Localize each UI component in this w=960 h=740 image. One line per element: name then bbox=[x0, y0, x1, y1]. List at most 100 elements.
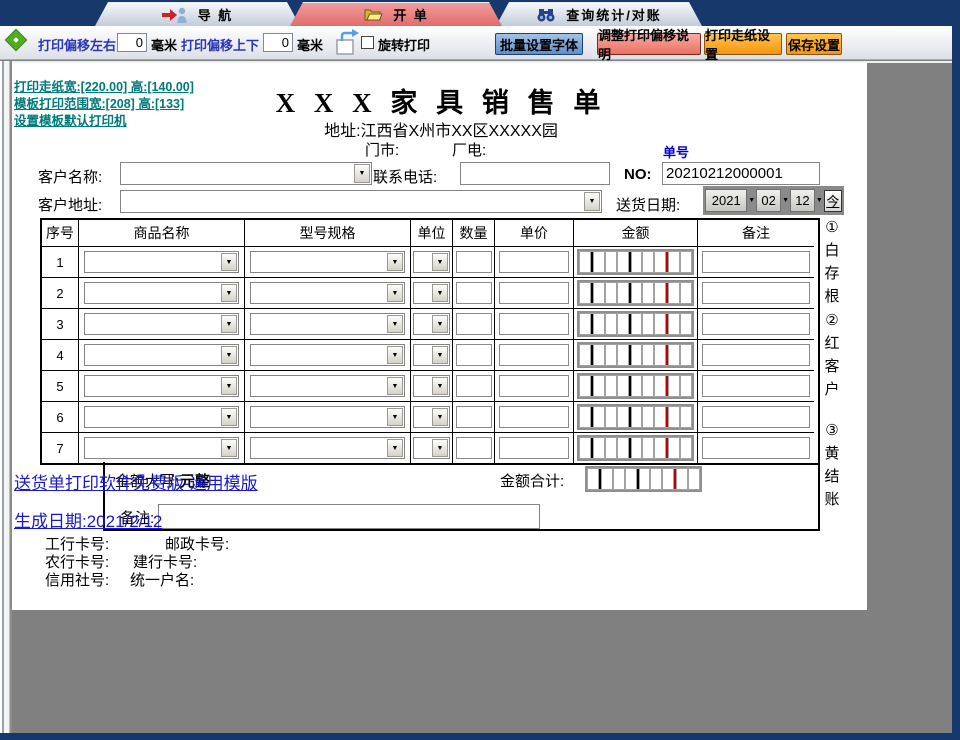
save-settings-button[interactable]: 保存设置 bbox=[786, 33, 842, 55]
chevron-down-icon[interactable]: ▼ bbox=[432, 439, 448, 457]
paper-setup-button[interactable]: 打印走纸设置 bbox=[704, 28, 782, 62]
amount-divider-black bbox=[590, 314, 593, 334]
chevron-down-icon[interactable]: ▼ bbox=[432, 377, 448, 395]
qty-input[interactable] bbox=[455, 437, 492, 459]
chevron-down-icon[interactable]: ▼ bbox=[432, 253, 448, 271]
model-spec-combo[interactable]: ▼ bbox=[250, 406, 405, 428]
offset-ud-input[interactable] bbox=[263, 33, 293, 52]
qty-input[interactable] bbox=[455, 406, 492, 428]
default-printer-link[interactable]: 设置模板默认打印机 bbox=[14, 110, 127, 129]
price-input[interactable] bbox=[499, 437, 569, 459]
row-remark-input[interactable] bbox=[702, 406, 810, 428]
amount-grid[interactable] bbox=[577, 342, 694, 368]
chevron-down-icon[interactable]: ▼ bbox=[221, 439, 237, 457]
chevron-down-icon[interactable]: ▼ bbox=[387, 284, 403, 302]
order-no-input[interactable] bbox=[662, 162, 820, 185]
row-remark-input[interactable] bbox=[702, 251, 810, 273]
price-input[interactable] bbox=[499, 251, 569, 273]
tab-navigation[interactable]: 导 航 bbox=[95, 2, 300, 26]
price-input[interactable] bbox=[499, 375, 569, 397]
amount-grid[interactable] bbox=[577, 311, 694, 337]
chevron-down-icon[interactable]: ▼ bbox=[432, 284, 448, 302]
product-name-combo[interactable]: ▼ bbox=[84, 406, 239, 428]
amount-grid[interactable] bbox=[577, 280, 694, 306]
product-name-combo[interactable]: ▼ bbox=[84, 375, 239, 397]
rotate-print-checkbox[interactable] bbox=[361, 36, 374, 49]
model-spec-combo[interactable]: ▼ bbox=[250, 251, 405, 273]
model-spec-combo[interactable]: ▼ bbox=[250, 282, 405, 304]
product-name-combo[interactable]: ▼ bbox=[84, 251, 239, 273]
chevron-down-icon[interactable]: ▼ bbox=[781, 197, 790, 204]
amount-grid[interactable] bbox=[577, 435, 694, 461]
price-input[interactable] bbox=[499, 406, 569, 428]
amount-grid[interactable] bbox=[577, 249, 694, 275]
date-day-dropdown[interactable]: 12 bbox=[789, 189, 815, 212]
row-remark-input[interactable] bbox=[702, 375, 810, 397]
amount-grid[interactable] bbox=[577, 404, 694, 430]
amount-digit-cell bbox=[617, 252, 628, 272]
phone-input[interactable] bbox=[460, 162, 610, 185]
date-year-dropdown[interactable]: 2021 bbox=[705, 189, 748, 212]
unit-combo[interactable]: ▼ bbox=[413, 437, 450, 459]
price-input[interactable] bbox=[499, 344, 569, 366]
unit-combo[interactable]: ▼ bbox=[413, 282, 450, 304]
chevron-down-icon[interactable]: ▼ bbox=[432, 408, 448, 426]
row-remark-input[interactable] bbox=[702, 313, 810, 335]
amount-grid[interactable] bbox=[577, 373, 694, 399]
customer-name-combo[interactable]: ▼ bbox=[120, 162, 372, 185]
chevron-down-icon[interactable]: ▼ bbox=[747, 197, 756, 204]
row-remark-input[interactable] bbox=[702, 437, 810, 459]
chevron-down-icon[interactable]: ▼ bbox=[387, 315, 403, 333]
offset-lr-input[interactable] bbox=[117, 33, 147, 52]
chevron-down-icon[interactable]: ▼ bbox=[354, 164, 370, 183]
product-name-combo[interactable]: ▼ bbox=[84, 313, 239, 335]
total-amount-grid[interactable] bbox=[585, 466, 702, 492]
chevron-down-icon[interactable]: ▼ bbox=[221, 346, 237, 364]
unit-combo[interactable]: ▼ bbox=[413, 375, 450, 397]
qty-input[interactable] bbox=[455, 251, 492, 273]
date-month-dropdown[interactable]: 02 bbox=[756, 189, 782, 212]
unit-combo[interactable]: ▼ bbox=[413, 344, 450, 366]
chevron-down-icon[interactable]: ▼ bbox=[221, 315, 237, 333]
today-button[interactable]: 今 bbox=[823, 189, 843, 212]
unit-combo[interactable]: ▼ bbox=[413, 251, 450, 273]
generated-date-link[interactable]: 生成日期:2021/2/12 bbox=[14, 507, 162, 532]
chevron-down-icon[interactable]: ▼ bbox=[432, 315, 448, 333]
product-name-combo[interactable]: ▼ bbox=[84, 282, 239, 304]
model-spec-combo[interactable]: ▼ bbox=[250, 313, 405, 335]
offset-help-button[interactable]: 调整打印偏移说明 bbox=[597, 28, 701, 62]
chevron-down-icon[interactable]: ▼ bbox=[387, 377, 403, 395]
tab-billing[interactable]: 开 单 bbox=[290, 2, 502, 26]
customer-address-combo[interactable]: ▼ bbox=[120, 190, 602, 213]
product-name-combo[interactable]: ▼ bbox=[84, 344, 239, 366]
chevron-down-icon[interactable]: ▼ bbox=[584, 192, 600, 211]
qty-input[interactable] bbox=[455, 344, 492, 366]
product-name-combo[interactable]: ▼ bbox=[84, 437, 239, 459]
chevron-down-icon[interactable]: ▼ bbox=[387, 408, 403, 426]
chevron-down-icon[interactable]: ▼ bbox=[432, 346, 448, 364]
price-input[interactable] bbox=[499, 282, 569, 304]
chevron-down-icon[interactable]: ▼ bbox=[387, 253, 403, 271]
model-spec-combo[interactable]: ▼ bbox=[250, 437, 405, 459]
chevron-down-icon[interactable]: ▼ bbox=[221, 284, 237, 302]
qty-input[interactable] bbox=[455, 375, 492, 397]
model-spec-combo[interactable]: ▼ bbox=[250, 375, 405, 397]
chevron-down-icon[interactable]: ▼ bbox=[221, 377, 237, 395]
row-remark-input[interactable] bbox=[702, 344, 810, 366]
chevron-down-icon[interactable]: ▼ bbox=[221, 408, 237, 426]
price-input[interactable] bbox=[499, 313, 569, 335]
remark-input[interactable] bbox=[158, 504, 540, 529]
qty-input[interactable] bbox=[455, 282, 492, 304]
unit-combo[interactable]: ▼ bbox=[413, 313, 450, 335]
batch-font-button[interactable]: 批量设置字体 bbox=[495, 33, 583, 55]
chevron-down-icon[interactable]: ▼ bbox=[221, 253, 237, 271]
chevron-down-icon[interactable]: ▼ bbox=[815, 197, 824, 204]
qty-input[interactable] bbox=[455, 313, 492, 335]
chevron-down-icon[interactable]: ▼ bbox=[387, 346, 403, 364]
software-watermark-link[interactable]: 送货单打印软件免费版-通用模版 bbox=[14, 469, 258, 494]
tab-query-stats[interactable]: 查询统计/对账 bbox=[496, 2, 702, 26]
unit-combo[interactable]: ▼ bbox=[413, 406, 450, 428]
model-spec-combo[interactable]: ▼ bbox=[250, 344, 405, 366]
row-remark-input[interactable] bbox=[702, 282, 810, 304]
chevron-down-icon[interactable]: ▼ bbox=[387, 439, 403, 457]
